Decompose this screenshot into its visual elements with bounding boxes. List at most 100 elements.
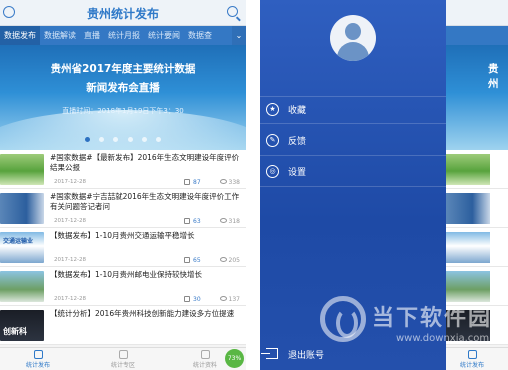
divider <box>260 186 446 187</box>
live-banner[interactable]: 贵州 <box>446 45 508 150</box>
list-item[interactable]: 创新科 【统计分析】2016年贵州科技创新能力建设多方位提速 <box>0 306 246 345</box>
like-count[interactable]: 87 <box>184 179 201 186</box>
tab-live[interactable]: 直播 <box>80 26 104 45</box>
thumbnail-caption: 交通运输业 <box>3 238 34 245</box>
top-bar: 贵州统计发布 <box>0 0 246 26</box>
view-value: 318 <box>228 218 240 225</box>
banner-time: 直播时间：2018年1月19日下午3：30 <box>62 107 184 115</box>
tab-data-query[interactable]: 数据查 <box>184 26 216 45</box>
bottom-nav: 统计发布 统计专区 统计资料 73% <box>0 347 246 370</box>
news-thumbnail: 交通运输业 <box>0 232 44 263</box>
banner-title: 贵州省2017年度主要统计数据 <box>50 63 196 75</box>
list-item[interactable] <box>446 150 508 189</box>
nav-statistics-release[interactable]: 统计发布 <box>454 350 490 369</box>
logout-button[interactable]: 退出账号 <box>261 347 386 363</box>
logout-label: 退出账号 <box>288 351 325 361</box>
carousel-dot[interactable] <box>113 137 119 142</box>
news-list: #国家数据#【最新发布】2016年生态文明建设年度评价结果公报 2017-12-… <box>0 150 246 345</box>
carousel-dot[interactable] <box>155 137 161 142</box>
percent-badge[interactable]: 73% <box>225 349 244 368</box>
news-date: 2017-12-28 <box>54 296 86 302</box>
list-item[interactable]: #国家数据#宁吉喆就2016年生态文明建设年度评价工作有关问题答记者问 2017… <box>0 189 246 228</box>
news-title: 【数据发布】1-10月贵州交通运输平稳增长 <box>50 231 195 240</box>
like-count[interactable]: 65 <box>184 257 201 264</box>
gear-icon: ◎ <box>266 165 279 178</box>
view-count: 137 <box>219 296 240 303</box>
view-value: 205 <box>228 257 240 264</box>
tab-data-release[interactable]: 数据发布 <box>0 26 40 45</box>
menu-item-feedback[interactable]: ✎ 反馈 <box>266 131 436 151</box>
nav-label: 统计专区 <box>110 362 135 369</box>
news-date: 2017-12-28 <box>54 257 86 263</box>
category-tabs: 数据发布 数据解读 直播 统计月报 统计要闻 数据查 ⌄ <box>0 26 246 45</box>
menu-label: 设置 <box>288 168 307 178</box>
bottom-nav: 统计发布 <box>446 347 508 370</box>
news-title: #国家数据#【最新发布】2016年生态文明建设年度评价结果公报 <box>50 153 240 172</box>
nav-statistics-zone[interactable]: 统计专区 <box>93 350 153 369</box>
view-count: 318 <box>219 218 240 225</box>
carousel-dot[interactable] <box>141 137 147 142</box>
chevron-down-icon[interactable]: ⌄ <box>232 26 246 45</box>
view-count: 205 <box>219 257 240 264</box>
news-thumbnail <box>0 193 44 224</box>
banner-subtitle: 新闻发布会直播 <box>86 82 160 94</box>
view-value: 338 <box>228 179 240 186</box>
nav-label: 统计发布 <box>459 362 484 369</box>
search-icon[interactable] <box>227 6 238 17</box>
tab-statistics-news[interactable]: 统计要闻 <box>144 26 184 45</box>
watermark-text: 当下软件园 <box>372 306 493 331</box>
eye-icon <box>219 218 227 223</box>
tab-data-interpretation[interactable]: 数据解读 <box>40 26 80 45</box>
eye-icon <box>219 296 227 301</box>
divider <box>260 123 446 124</box>
carousel-dot[interactable] <box>99 137 105 142</box>
category-tabs <box>446 26 508 45</box>
thumbs-up-icon <box>184 257 190 263</box>
divider <box>260 155 446 156</box>
news-thumbnail <box>446 271 490 302</box>
nav-statistics-release[interactable]: 统计发布 <box>8 350 68 369</box>
app-title: 贵州统计发布 <box>86 7 159 21</box>
news-thumbnail <box>446 232 490 263</box>
news-title: 【统计分析】2016年贵州科技创新能力建设多方位提速 <box>50 309 235 318</box>
like-value: 63 <box>193 218 201 225</box>
view-count: 338 <box>219 179 240 186</box>
book-icon <box>200 350 210 359</box>
chart-icon <box>467 350 477 359</box>
tab-monthly-report[interactable]: 统计月报 <box>104 26 144 45</box>
news-title: 【数据发布】1-10月贵州邮电业保持较快增长 <box>50 270 203 279</box>
carousel-dot[interactable] <box>85 137 91 142</box>
chart-icon <box>33 350 43 359</box>
eye-icon <box>219 179 227 184</box>
news-thumbnail <box>446 154 490 185</box>
thumbs-up-icon <box>184 296 190 302</box>
list-item[interactable] <box>446 189 508 228</box>
avatar-head <box>345 23 361 40</box>
list-item[interactable]: #国家数据#【最新发布】2016年生态文明建设年度评价结果公报 2017-12-… <box>0 150 246 189</box>
top-bar <box>446 0 508 26</box>
live-banner[interactable]: 贵州省2017年度主要统计数据 新闻发布会直播 直播时间：2018年1月19日下… <box>0 45 246 150</box>
menu-item-favorites[interactable]: ★ 收藏 <box>266 100 436 120</box>
left-phone-screen: 贵州统计发布 数据发布 数据解读 直播 统计月报 统计要闻 数据查 ⌄ 贵州省2… <box>0 0 246 370</box>
thumbs-up-icon <box>184 218 190 224</box>
news-thumbnail <box>0 271 44 302</box>
grid-icon <box>118 350 128 359</box>
like-count[interactable]: 63 <box>184 218 201 225</box>
avatar-body <box>337 42 369 61</box>
list-item[interactable]: 交通运输业 【数据发布】1-10月贵州交通运输平稳增长 2017-12-28 6… <box>0 228 246 267</box>
like-value: 30 <box>193 296 201 303</box>
news-title: #国家数据#宁吉喆就2016年生态文明建设年度评价工作有关问题答记者问 <box>50 192 240 211</box>
thumbnail-caption: 创新科 <box>3 327 27 336</box>
menu-item-settings[interactable]: ◎ 设置 <box>266 162 436 182</box>
carousel-dot[interactable] <box>127 137 133 142</box>
pencil-icon: ✎ <box>266 134 279 147</box>
thumbs-up-icon <box>184 179 190 185</box>
news-date: 2017-12-28 <box>54 179 86 185</box>
list-item[interactable]: 【数据发布】1-10月贵州邮电业保持较快增长 2017-12-28 30 137 <box>0 267 246 306</box>
eye-icon <box>219 257 227 262</box>
avatar[interactable] <box>330 15 376 61</box>
watermark-url: www.downxia.com <box>396 333 490 344</box>
list-item[interactable] <box>446 228 508 267</box>
like-count[interactable]: 30 <box>184 296 201 303</box>
carousel-dots[interactable] <box>0 127 246 146</box>
